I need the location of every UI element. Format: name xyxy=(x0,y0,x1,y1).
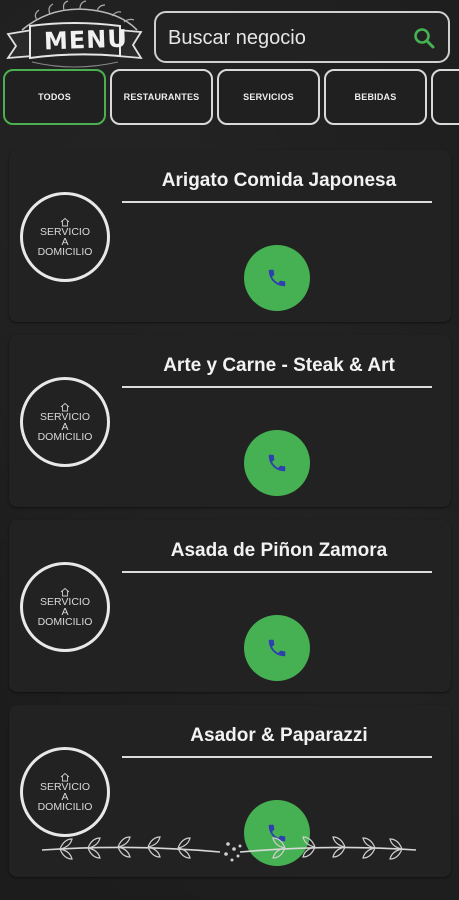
logo-text: MENU xyxy=(43,24,129,56)
category-tabs: TODOS RESTAURANTES SERVICIOS BEBIDAS xyxy=(0,69,459,127)
business-name: Asador & Paparazzi xyxy=(190,725,368,746)
tab-more[interactable] xyxy=(431,69,459,125)
vine-decoration xyxy=(41,836,417,862)
badge-line: DOMICILIO xyxy=(37,801,93,813)
header: MENU xyxy=(0,0,459,70)
business-name: Arigato Comida Japonesa xyxy=(161,170,397,191)
home-delivery-badge: SERVICIO A DOMICILIO xyxy=(20,562,110,652)
call-button[interactable] xyxy=(244,245,310,311)
search-box[interactable] xyxy=(154,11,450,63)
business-name: Asada de Piñon Zamora xyxy=(170,540,388,561)
menu-logo: MENU xyxy=(2,0,147,74)
divider xyxy=(122,756,432,758)
badge-line: DOMICILIO xyxy=(37,616,93,628)
tab-servicios[interactable]: SERVICIOS xyxy=(217,69,320,125)
search-icon[interactable] xyxy=(412,26,436,50)
business-card[interactable]: Asada de Piñon Zamora SERVICIO A DOMICIL… xyxy=(9,520,451,692)
home-delivery-badge: SERVICIO A DOMICILIO xyxy=(20,377,110,467)
divider xyxy=(122,571,432,573)
tab-label: TODOS xyxy=(38,92,71,102)
home-delivery-badge: SERVICIO A DOMICILIO xyxy=(20,747,110,837)
tab-label: BEBIDAS xyxy=(354,92,397,102)
phone-icon xyxy=(268,639,286,657)
call-button[interactable] xyxy=(244,430,310,496)
tab-label: SERVICIOS xyxy=(243,92,294,102)
phone-icon xyxy=(268,454,286,472)
business-card[interactable]: Arigato Comida Japonesa SERVICIO A DOMIC… xyxy=(9,150,451,322)
tab-restaurantes[interactable]: RESTAURANTES xyxy=(110,69,213,125)
divider xyxy=(122,386,432,388)
tab-label: RESTAURANTES xyxy=(123,92,200,102)
tab-bebidas[interactable]: BEBIDAS xyxy=(324,69,427,125)
call-button[interactable] xyxy=(244,615,310,681)
business-name: Arte y Carne - Steak & Art xyxy=(163,355,395,376)
search-input[interactable] xyxy=(166,13,410,63)
tab-todos[interactable]: TODOS xyxy=(3,69,106,125)
phone-icon xyxy=(268,269,286,287)
home-delivery-badge: SERVICIO A DOMICILIO xyxy=(20,192,110,282)
business-card[interactable]: Arte y Carne - Steak & Art SERVICIO A DO… xyxy=(9,335,451,507)
badge-line: DOMICILIO xyxy=(37,246,93,258)
badge-line: DOMICILIO xyxy=(37,431,93,443)
divider xyxy=(122,201,432,203)
